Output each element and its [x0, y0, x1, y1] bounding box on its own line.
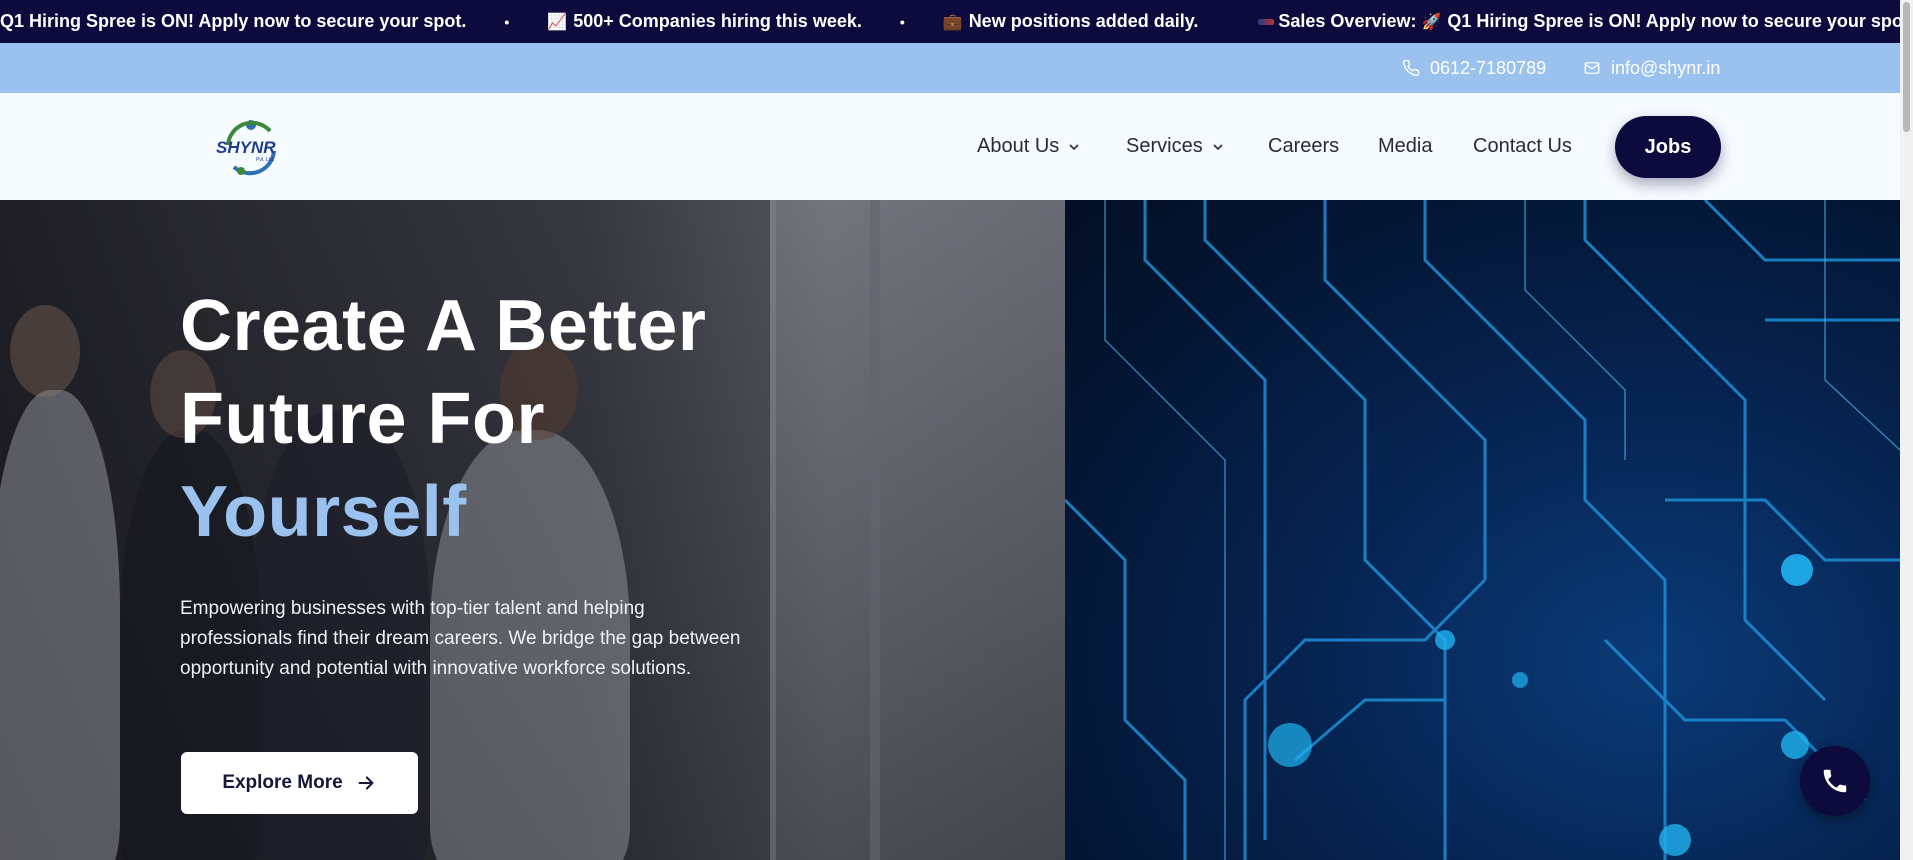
- logo-wordmark: SHYNR: [216, 138, 276, 157]
- nav-about-us[interactable]: About Us: [977, 93, 1081, 200]
- person-head: [10, 305, 80, 397]
- circuit-board-graphic: [1065, 200, 1900, 860]
- chevron-down-icon: [1069, 143, 1079, 150]
- contact-bar: 0612-7180789 info@shynr.in: [0, 43, 1900, 93]
- ticker-separator: •: [899, 13, 905, 30]
- shynr-logo[interactable]: SHYNR Pvt. Ltd.: [214, 117, 288, 177]
- site-header: SHYNR Pvt. Ltd. About Us Services Career…: [0, 93, 1900, 200]
- hero-title-accent: Yourself: [180, 472, 467, 552]
- logo-subtext: Pvt. Ltd.: [256, 157, 274, 163]
- ticker-separator: •: [504, 13, 510, 30]
- ticker-item-new-positions: 💼 New positions added daily.: [943, 11, 1199, 32]
- email-address: info@shynr.in: [1611, 57, 1721, 78]
- phone-icon: [1823, 769, 1847, 793]
- nav-careers-label: Careers: [1268, 135, 1340, 157]
- nav-services[interactable]: Services: [1126, 93, 1225, 200]
- ticker-item-companies-text: 500+ Companies hiring this week.: [573, 11, 862, 31]
- chart-increasing-icon: 📈: [547, 13, 568, 31]
- call-floating-button[interactable]: [1800, 746, 1870, 816]
- office-window: [880, 200, 1065, 860]
- nav-about-us-label: About Us: [977, 135, 1060, 157]
- phone-link[interactable]: 0612-7180789: [1402, 43, 1546, 93]
- hero-title-line2: Future For: [180, 379, 545, 459]
- briefcase-icon: 💼: [942, 13, 963, 31]
- phone-number: 0612-7180789: [1430, 57, 1547, 78]
- arrow-right-icon: [358, 776, 374, 790]
- hero-title: Create A Better Future For Yourself: [180, 280, 800, 559]
- scrollbar-thumb[interactable]: [1903, 2, 1910, 132]
- hero-circuit-image: [1065, 200, 1900, 860]
- ticker-item-companies: 📈 500+ Companies hiring this week.: [547, 11, 862, 32]
- hero-section: Create A Better Future For Yourself Empo…: [0, 200, 1900, 860]
- hero-description: Empowering businesses with top-tier tale…: [180, 598, 741, 679]
- window-mullion: [870, 200, 880, 860]
- person-silhouette: [0, 390, 120, 860]
- ticker-item-sales-overview: Sales Overview: 🚀 Q1 Hiring Spree is ON!…: [1278, 11, 1900, 32]
- nav-contact-us-label: Contact Us: [1473, 135, 1572, 157]
- nav-media-label: Media: [1378, 135, 1433, 157]
- jobs-button[interactable]: Jobs: [1615, 116, 1721, 178]
- rocket-icon: 🚀: [1421, 13, 1442, 31]
- ticker-item-hiring-spree: Q1 Hiring Spree is ON! Apply now to secu…: [0, 11, 467, 31]
- explore-more-label: Explore More: [222, 772, 343, 793]
- ticker-item-new-positions-text: New positions added daily.: [968, 11, 1199, 31]
- nav-media[interactable]: Media: [1378, 93, 1432, 200]
- phone-icon: [1402, 59, 1420, 77]
- email-link[interactable]: info@shynr.in: [1583, 43, 1720, 93]
- mail-icon: [1584, 62, 1600, 74]
- nav-services-label: Services: [1126, 135, 1203, 157]
- announcement-ticker: Q1 Hiring Spree is ON! Apply now to secu…: [0, 0, 1900, 43]
- ticker-sales-text: Q1 Hiring Spree is ON! Apply now to secu…: [1447, 11, 1900, 31]
- page-scrollbar[interactable]: [1900, 0, 1913, 860]
- ticker-sales-prefix: Sales Overview:: [1278, 11, 1417, 31]
- nav-contact-us[interactable]: Contact Us: [1473, 93, 1572, 200]
- nav-careers[interactable]: Careers: [1268, 93, 1339, 200]
- explore-more-button[interactable]: Explore More: [181, 752, 418, 814]
- chevron-down-icon: [1213, 143, 1223, 150]
- hero-title-line1: Create A Better: [180, 286, 707, 366]
